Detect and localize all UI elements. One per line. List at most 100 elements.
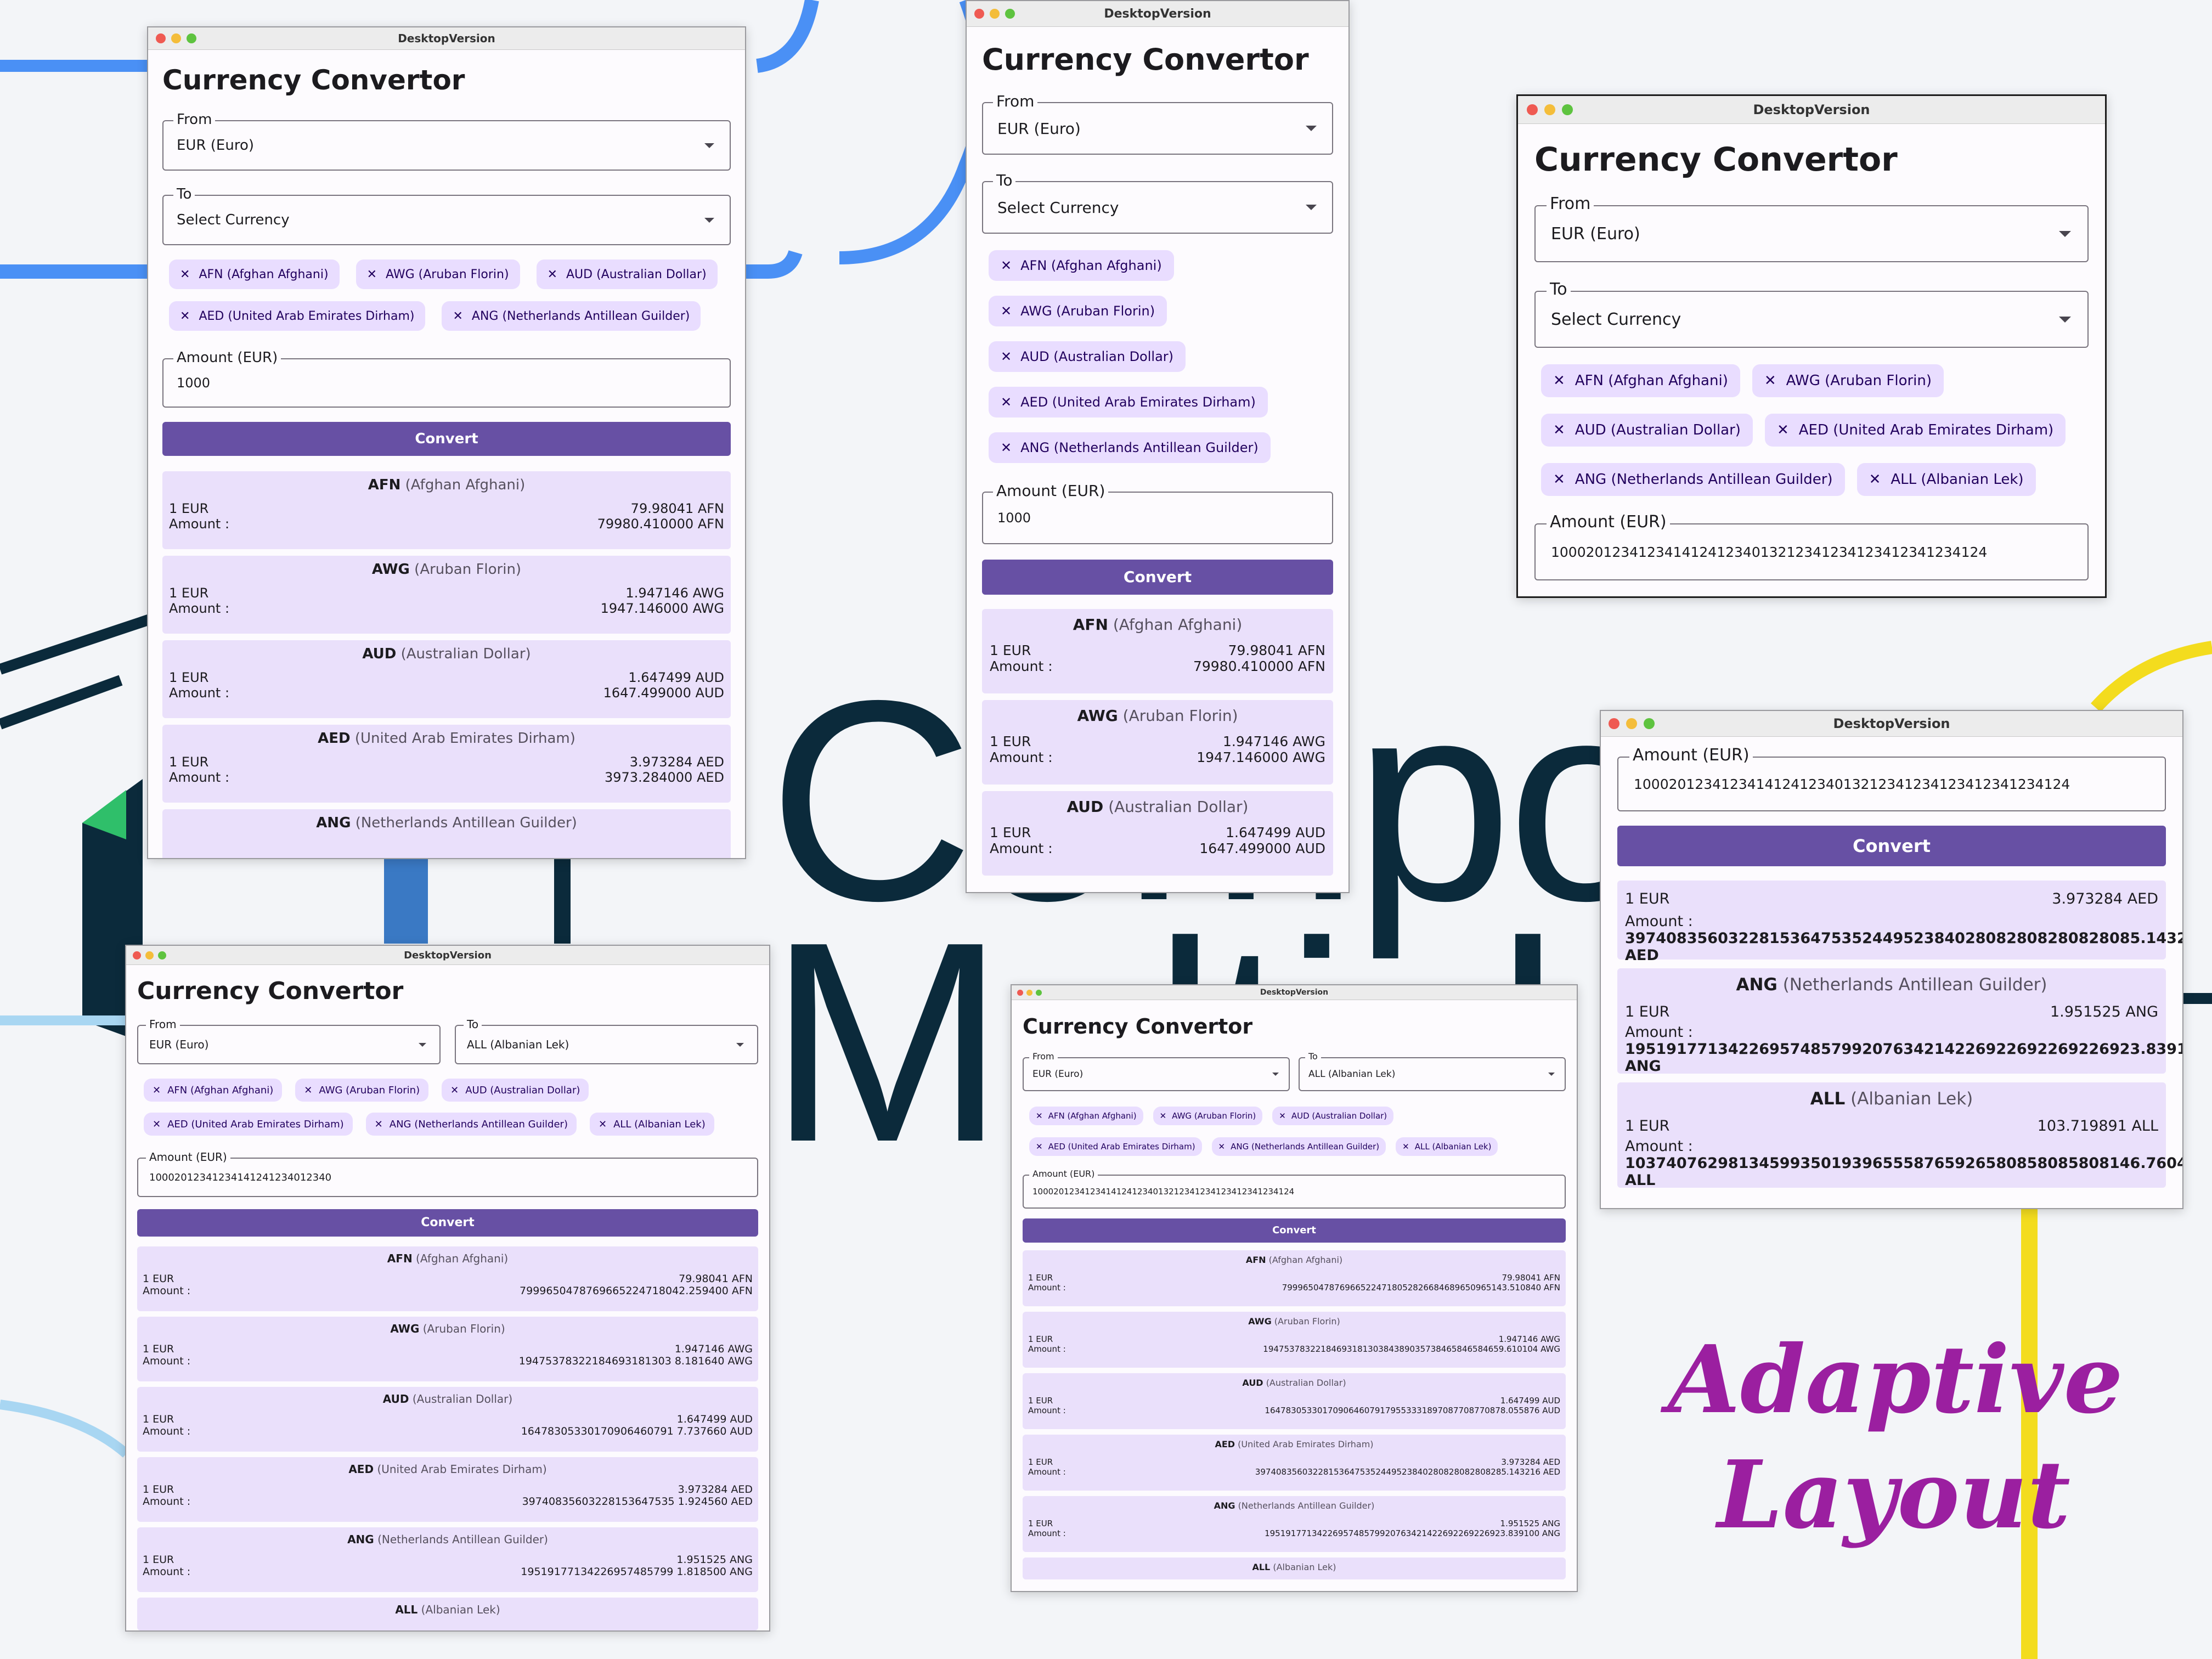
close-icon[interactable]: ✕ [1869, 471, 1881, 488]
convert-button[interactable]: Convert [162, 422, 731, 456]
convert-button[interactable]: Convert [982, 560, 1333, 595]
to-dropdown[interactable]: To Select Currency [162, 186, 731, 245]
convert-button[interactable]: Convert [1023, 1218, 1566, 1243]
close-icon[interactable]: ✕ [1001, 258, 1012, 273]
close-icon[interactable]: ✕ [153, 1119, 161, 1130]
amount-input[interactable]: Amount (EUR) 100020123412341412412340132… [1617, 746, 2166, 811]
close-icon[interactable]: ✕ [1036, 1142, 1043, 1152]
maximize-icon[interactable] [187, 33, 196, 43]
chip-aud[interactable]: ✕ AUD (Australian Dollar) [1272, 1107, 1394, 1125]
chip-aud[interactable]: ✕ AUD (Australian Dollar) [1541, 414, 1753, 447]
maximize-icon[interactable] [1644, 718, 1655, 729]
convert-button[interactable]: Convert [1617, 826, 2166, 866]
maximize-icon[interactable] [158, 951, 166, 960]
from-dropdown[interactable]: From EUR (Euro) [1023, 1051, 1290, 1091]
close-icon[interactable]: ✕ [1001, 394, 1012, 410]
minimize-icon[interactable] [1626, 718, 1637, 729]
chip-all[interactable]: ✕ ALL (Albanian Lek) [589, 1113, 714, 1136]
title-bar[interactable]: DesktopVersion [967, 1, 1348, 27]
close-icon[interactable] [1609, 718, 1620, 729]
close-icon[interactable] [974, 9, 984, 19]
close-icon[interactable]: ✕ [453, 309, 462, 323]
close-icon[interactable]: ✕ [599, 1119, 607, 1130]
close-icon[interactable] [133, 951, 141, 960]
convert-button[interactable]: Convert [137, 1209, 758, 1237]
minimize-icon[interactable] [171, 33, 181, 43]
chip-aed[interactable]: ✕ AED (United Arab Emirates Dirham) [144, 1113, 353, 1136]
to-dropdown[interactable]: To Select Currency [1534, 280, 2089, 348]
maximize-icon[interactable] [1036, 989, 1042, 996]
close-icon[interactable]: ✕ [548, 268, 557, 281]
close-icon[interactable]: ✕ [450, 1085, 459, 1096]
to-dropdown[interactable]: To Select Currency [982, 171, 1333, 234]
to-dropdown[interactable]: To ALL (Albanian Lek) [1299, 1051, 1566, 1091]
maximize-icon[interactable] [1005, 9, 1015, 19]
close-icon[interactable]: ✕ [1218, 1142, 1226, 1152]
close-icon[interactable]: ✕ [1001, 303, 1012, 319]
chip-all[interactable]: ✕ ALL (Albanian Lek) [1857, 463, 2036, 496]
chip-afn[interactable]: ✕ AFN (Afghan Afghani) [169, 259, 340, 289]
from-dropdown[interactable]: From EUR (Euro) [982, 92, 1333, 155]
title-bar[interactable]: DesktopVersion [1012, 985, 1577, 1000]
close-icon[interactable]: ✕ [1001, 440, 1012, 455]
from-dropdown[interactable]: From EUR (Euro) [137, 1018, 441, 1064]
chip-afn[interactable]: ✕ AFN (Afghan Afghani) [1541, 364, 1740, 397]
amount-input[interactable]: Amount (EUR) 100020123412341412412340123… [137, 1150, 758, 1197]
chip-aed[interactable]: ✕ AED (United Arab Emirates Dirham) [169, 301, 426, 331]
chip-aud[interactable]: ✕ AUD (Australian Dollar) [442, 1079, 589, 1102]
chip-afn[interactable]: ✕ AFN (Afghan Afghani) [144, 1079, 283, 1102]
amount-input[interactable]: Amount (EUR) 1000 [162, 349, 731, 408]
close-icon[interactable] [1527, 104, 1538, 115]
minimize-icon[interactable] [1544, 104, 1555, 115]
chip-awg[interactable]: ✕ AWG (Aruban Florin) [295, 1079, 429, 1102]
chip-ang[interactable]: ✕ ANG (Netherlands Antillean Guilder) [442, 301, 701, 331]
to-dropdown[interactable]: To ALL (Albanian Lek) [455, 1018, 758, 1064]
close-icon[interactable] [156, 33, 166, 43]
chip-aed[interactable]: ✕ AED (United Arab Emirates Dirham) [1764, 414, 2066, 447]
chip-aud[interactable]: ✕ AUD (Australian Dollar) [989, 341, 1186, 372]
chip-aud[interactable]: ✕ AUD (Australian Dollar) [536, 259, 718, 289]
maximize-icon[interactable] [1562, 104, 1573, 115]
chip-all[interactable]: ✕ ALL (Albanian Lek) [1396, 1137, 1498, 1156]
close-icon[interactable]: ✕ [304, 1085, 312, 1096]
minimize-icon[interactable] [1026, 989, 1032, 996]
minimize-icon[interactable] [990, 9, 1000, 19]
title-bar[interactable]: DesktopVersion [1601, 711, 2182, 737]
close-icon[interactable]: ✕ [367, 268, 377, 281]
chip-aed[interactable]: ✕ AED (United Arab Emirates Dirham) [989, 387, 1268, 417]
close-icon[interactable]: ✕ [1279, 1111, 1286, 1121]
chip-afn[interactable]: ✕ AFN (Afghan Afghani) [989, 250, 1174, 281]
chip-afn[interactable]: ✕ AFN (Afghan Afghani) [1029, 1107, 1143, 1125]
close-icon[interactable]: ✕ [1160, 1111, 1167, 1121]
close-icon[interactable] [1017, 989, 1023, 996]
close-icon[interactable]: ✕ [1553, 471, 1565, 488]
chip-ang[interactable]: ✕ ANG (Netherlands Antillean Guilder) [1211, 1137, 1386, 1156]
close-icon[interactable]: ✕ [1402, 1142, 1409, 1152]
title-bar[interactable]: DesktopVersion [126, 946, 769, 965]
chip-awg[interactable]: ✕ AWG (Aruban Florin) [989, 296, 1167, 326]
close-icon[interactable]: ✕ [1553, 373, 1565, 389]
close-icon[interactable]: ✕ [375, 1119, 383, 1130]
close-icon[interactable]: ✕ [1777, 422, 1789, 438]
amount-input[interactable]: Amount (EUR) 1000 [982, 482, 1333, 544]
title-bar[interactable]: DesktopVersion [148, 27, 745, 50]
chip-ang[interactable]: ✕ ANG (Netherlands Antillean Guilder) [1541, 463, 1845, 496]
close-icon[interactable]: ✕ [180, 309, 190, 323]
chip-ang[interactable]: ✕ ANG (Netherlands Antillean Guilder) [989, 432, 1271, 463]
close-icon[interactable]: ✕ [153, 1085, 161, 1096]
amount-input[interactable]: Amount (EUR) 100020123412341412412340132… [1534, 512, 2089, 580]
close-icon[interactable]: ✕ [180, 268, 190, 281]
minimize-icon[interactable] [145, 951, 154, 960]
chip-awg[interactable]: ✕ AWG (Aruban Florin) [1153, 1107, 1263, 1125]
from-dropdown[interactable]: From EUR (Euro) [1534, 194, 2089, 262]
chip-aed[interactable]: ✕ AED (United Arab Emirates Dirham) [1029, 1137, 1202, 1156]
close-icon[interactable]: ✕ [1001, 349, 1012, 364]
close-icon[interactable]: ✕ [1553, 422, 1565, 438]
from-dropdown[interactable]: From EUR (Euro) [162, 111, 731, 171]
chip-awg[interactable]: ✕ AWG (Aruban Florin) [1752, 364, 1944, 397]
title-bar[interactable]: DesktopVersion [1518, 96, 2105, 124]
chip-awg[interactable]: ✕ AWG (Aruban Florin) [356, 259, 520, 289]
chip-ang[interactable]: ✕ ANG (Netherlands Antillean Guilder) [365, 1113, 577, 1136]
close-icon[interactable]: ✕ [1764, 373, 1776, 389]
close-icon[interactable]: ✕ [1036, 1111, 1043, 1121]
